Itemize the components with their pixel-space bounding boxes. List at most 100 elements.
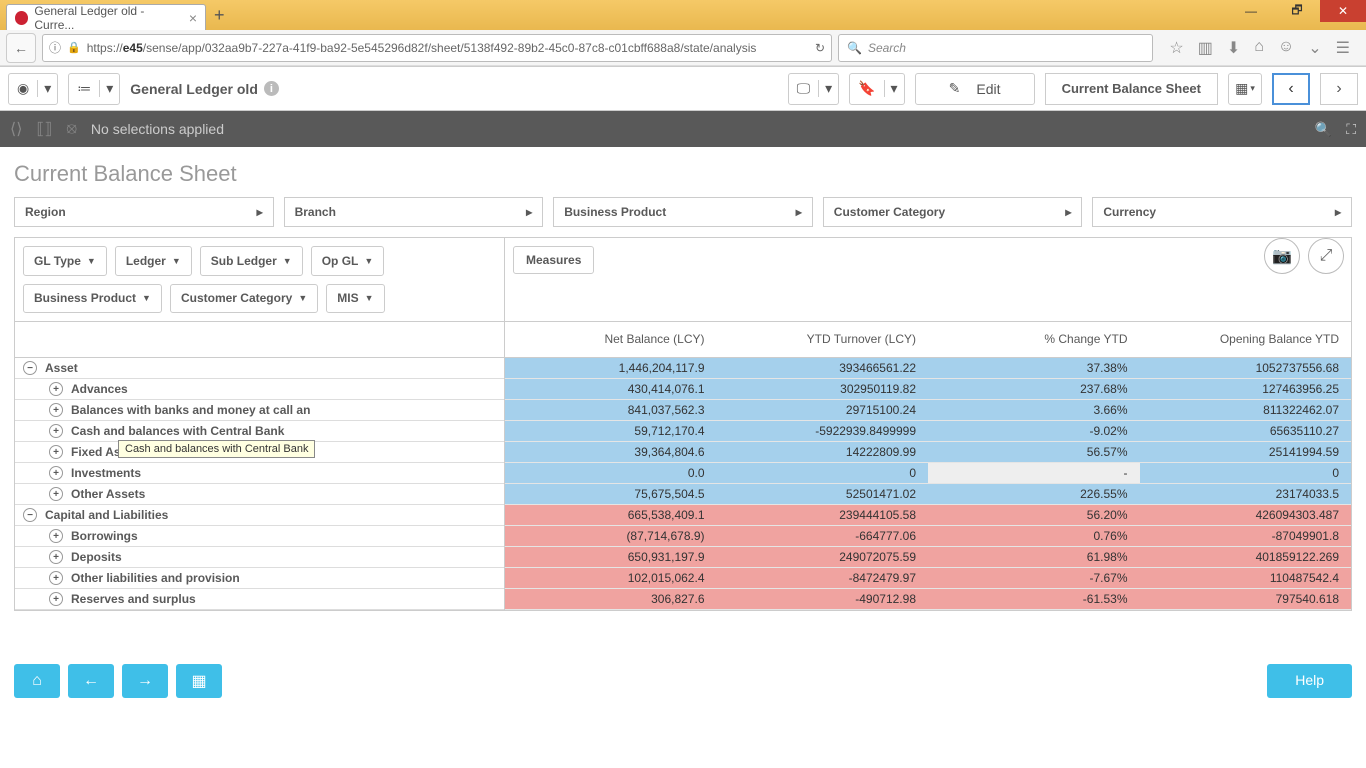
data-cell[interactable]: -490712.98	[717, 589, 929, 609]
data-cell[interactable]: 25141994.59	[1140, 442, 1352, 462]
data-cell[interactable]: -7.67%	[928, 568, 1140, 588]
data-cell[interactable]: 811322462.07	[1140, 400, 1352, 420]
selection-forward-icon[interactable]: ⟦⟧	[36, 119, 52, 139]
identity-icon[interactable]: ⓘ	[49, 39, 61, 56]
prev-nav-button[interactable]: ←	[68, 664, 114, 698]
next-nav-button[interactable]: →	[122, 664, 168, 698]
data-cell[interactable]: -87049901.8	[1140, 526, 1352, 546]
expand-toggle[interactable]: +	[49, 529, 63, 543]
data-cell[interactable]: 75,675,504.5	[505, 484, 717, 504]
expand-toggle[interactable]: +	[49, 592, 63, 606]
data-cell[interactable]: 430,414,076.1	[505, 379, 717, 399]
column-header[interactable]: % Change YTD	[928, 322, 1140, 357]
tree-row[interactable]: +Balances with banks and money at call a…	[15, 400, 504, 421]
expand-toggle[interactable]: +	[49, 466, 63, 480]
info-icon[interactable]: i	[264, 81, 279, 96]
expand-toggle[interactable]: +	[49, 403, 63, 417]
data-cell[interactable]: 1,446,204,117.9	[505, 358, 717, 378]
home-nav-button[interactable]: ⌂	[14, 664, 60, 698]
data-cell[interactable]: -8472479.97	[717, 568, 929, 588]
data-cell[interactable]: 37.38%	[928, 358, 1140, 378]
data-cell[interactable]: 302950119.82	[717, 379, 929, 399]
dim-button-sub-ledger[interactable]: Sub Ledger▼	[200, 246, 303, 276]
filter-customer-category[interactable]: Customer Category	[823, 197, 1083, 227]
filter-branch[interactable]: Branch	[284, 197, 544, 227]
minimize-button[interactable]: —	[1228, 0, 1274, 22]
tree-row[interactable]: +Reserves and surplus	[15, 589, 504, 610]
tree-row[interactable]: +Advances	[15, 379, 504, 400]
next-sheet-button[interactable]: ›	[1320, 73, 1358, 105]
table-nav-button[interactable]: ▦	[176, 664, 222, 698]
url-box[interactable]: ⓘ 🔒 https:// e45 /sense/app/032aa9b7-227…	[42, 34, 832, 62]
data-cell[interactable]: 650,931,197.9	[505, 547, 717, 567]
data-cell[interactable]: 39,364,804.6	[505, 442, 717, 462]
column-header[interactable]: Net Balance (LCY)	[505, 322, 717, 357]
data-cell[interactable]: 226.55%	[928, 484, 1140, 504]
data-cell[interactable]: 393466561.22	[717, 358, 929, 378]
data-cell[interactable]: (87,714,678.9)	[505, 526, 717, 546]
dim-button-op-gl[interactable]: Op GL▼	[311, 246, 385, 276]
filter-business-product[interactable]: Business Product	[553, 197, 813, 227]
help-button[interactable]: Help	[1267, 664, 1352, 698]
data-cell[interactable]: 0.0	[505, 463, 717, 483]
data-cell[interactable]: 426094303.487	[1140, 505, 1352, 525]
back-button[interactable]: ←	[6, 33, 36, 63]
device-menu-button[interactable]: 🖵▾	[788, 73, 840, 105]
data-cell[interactable]: -664777.06	[717, 526, 929, 546]
bookmark-star-icon[interactable]: ☆	[1169, 38, 1183, 58]
pocket-icon[interactable]: ☺	[1278, 38, 1294, 58]
column-header[interactable]: Opening Balance YTD	[1140, 322, 1352, 357]
save-pocket-icon[interactable]: ⌄	[1308, 38, 1321, 58]
expand-toggle[interactable]: +	[49, 550, 63, 564]
expand-toggle[interactable]: +	[49, 445, 63, 459]
search-box[interactable]: 🔍 Search	[838, 34, 1153, 62]
menu-icon[interactable]: ☰	[1336, 38, 1350, 58]
data-cell[interactable]: 3.66%	[928, 400, 1140, 420]
nav-menu-button[interactable]: ◉▾	[8, 73, 58, 105]
dim-button-customer-category[interactable]: Customer Category▼	[170, 284, 318, 314]
bookmark-menu-button[interactable]: 🔖▾	[849, 73, 904, 105]
data-cell[interactable]: -61.53%	[928, 589, 1140, 609]
dim-button-mis[interactable]: MIS▼	[326, 284, 384, 314]
expand-toggle[interactable]: +	[49, 382, 63, 396]
edit-button[interactable]: ✎ Edit	[915, 73, 1035, 105]
expand-button[interactable]: ⤢	[1308, 238, 1344, 274]
library-icon[interactable]: ▥	[1198, 38, 1213, 58]
tree-row[interactable]: +Other Assets	[15, 484, 504, 505]
selection-clear-icon[interactable]: ⦻	[66, 120, 77, 138]
reload-icon[interactable]: ↻	[815, 41, 825, 55]
data-cell[interactable]: 110487542.4	[1140, 568, 1352, 588]
downloads-icon[interactable]: ⬇	[1227, 38, 1240, 58]
expand-toggle[interactable]: +	[49, 424, 63, 438]
dim-button-ledger[interactable]: Ledger▼	[115, 246, 192, 276]
list-menu-button[interactable]: ≔▾	[68, 73, 120, 105]
close-window-button[interactable]: ✕	[1320, 0, 1366, 22]
expand-toggle[interactable]: −	[23, 361, 37, 375]
maximize-button[interactable]: 🗗	[1274, 0, 1320, 22]
data-cell[interactable]: 29715100.24	[717, 400, 929, 420]
sheet-name[interactable]: Current Balance Sheet	[1045, 73, 1218, 105]
selections-tool-icon[interactable]: ⛶	[1346, 121, 1356, 138]
measures-button[interactable]: Measures	[513, 246, 594, 274]
tab-close-icon[interactable]: ×	[189, 10, 197, 26]
data-cell[interactable]: 249072075.59	[717, 547, 929, 567]
data-cell[interactable]: 61.98%	[928, 547, 1140, 567]
tree-row[interactable]: +Borrowings	[15, 526, 504, 547]
grid-menu-button[interactable]: ▦▾	[1228, 73, 1262, 105]
filter-currency[interactable]: Currency	[1092, 197, 1352, 227]
browser-tab[interactable]: General Ledger old - Curre... ×	[6, 4, 206, 30]
data-cell[interactable]: 401859122.269	[1140, 547, 1352, 567]
data-cell[interactable]: 797540.618	[1140, 589, 1352, 609]
data-cell[interactable]: 65635110.27	[1140, 421, 1352, 441]
tree-row[interactable]: +Investments	[15, 463, 504, 484]
tree-row[interactable]: −Capital and Liabilities	[15, 505, 504, 526]
data-cell[interactable]: 239444105.58	[717, 505, 929, 525]
data-cell[interactable]: 1052737556.68	[1140, 358, 1352, 378]
expand-toggle[interactable]: −	[23, 508, 37, 522]
data-cell[interactable]: 237.68%	[928, 379, 1140, 399]
snapshot-button[interactable]: 📷	[1264, 238, 1300, 274]
selection-back-icon[interactable]: ⟨⟩	[10, 119, 22, 139]
expand-toggle[interactable]: +	[49, 487, 63, 501]
tree-row[interactable]: +Other liabilities and provision	[15, 568, 504, 589]
column-header[interactable]: YTD Turnover (LCY)	[717, 322, 929, 357]
